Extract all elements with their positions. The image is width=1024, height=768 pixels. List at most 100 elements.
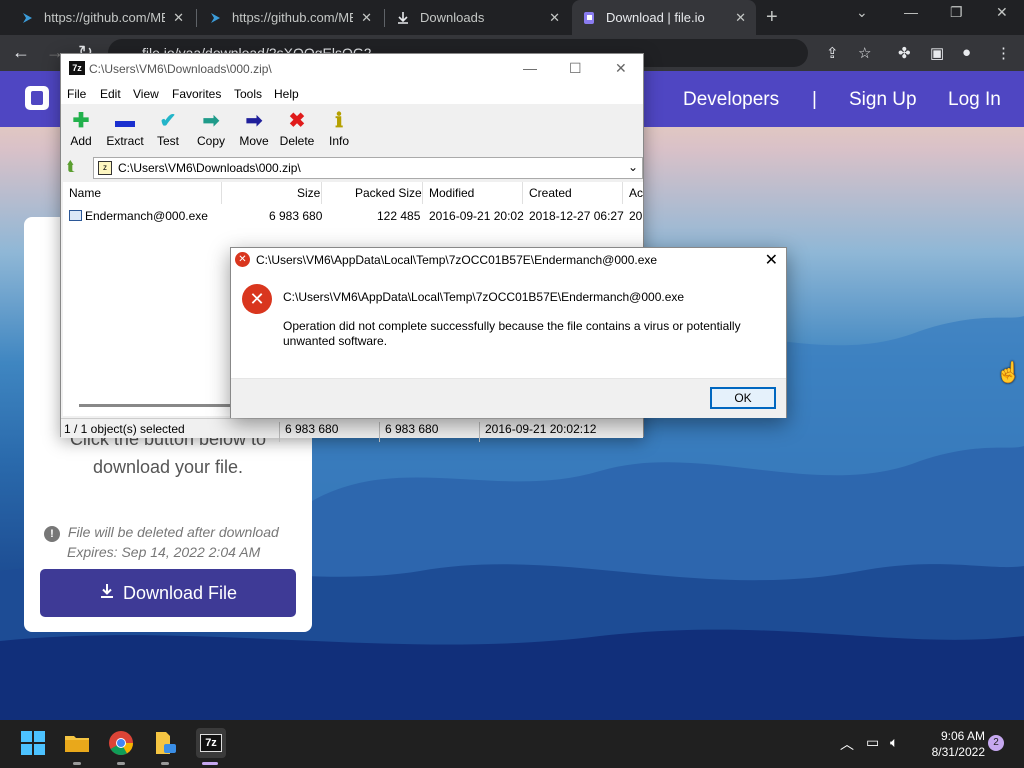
hand-cursor-icon: ☝ [996,362,1021,384]
col-separator [522,182,523,204]
tab-fileio[interactable]: Download | file.io ✕ [572,0,756,35]
volume-icon[interactable]: 🔈︎ [890,734,898,751]
col-accessed[interactable]: Ac [629,186,643,200]
tool-info[interactable]: ℹ Info [317,108,361,148]
7zip-titlebar: 7z C:\Users\VM6\Downloads\000.zip\ — ☐ ✕ [61,54,643,84]
extensions-icon[interactable]: ✤ [898,44,911,62]
col-separator [321,182,322,204]
menu-help[interactable]: Help [274,87,299,101]
minimize-icon[interactable]: — [523,60,537,76]
info-icon: ! [44,526,60,542]
7zip-title: C:\Users\VM6\Downloads\000.zip\ [89,62,272,76]
col-packed[interactable]: Packed Size [355,186,422,200]
status-size: 6 983 680 [285,422,339,436]
taskbar: 7z ︿ ▭ 🔈︎ 9:06 AM 8/31/2022 2 [0,720,1024,768]
tool-delete[interactable]: ✖ Delete [275,108,319,148]
maximize-icon[interactable]: ☐ [569,60,582,77]
bookmark-star-icon[interactable]: ☆ [858,44,871,62]
col-modified[interactable]: Modified [429,186,474,200]
tab-github-1[interactable]: https://github.com/ME ✕ [10,0,194,35]
close-window-icon[interactable]: ✕ [996,4,1008,21]
dialog-message: Operation did not complete successfully … [283,319,741,348]
chrome-icon[interactable] [108,730,134,756]
minimize-icon[interactable]: — [904,4,918,20]
col-created[interactable]: Created [529,186,572,200]
profile-icon[interactable]: ● [962,44,971,61]
note-expires: Expires: Sep 14, 2022 2:04 AM [67,544,261,560]
menu-favorites[interactable]: Favorites [172,87,221,101]
dialog-titlebar: ✕ C:\Users\VM6\AppData\Local\Temp\7zOCC0… [231,248,786,272]
tab-separator [196,9,197,27]
vscode-icon [208,11,222,25]
new-tab-button[interactable]: + [766,6,778,29]
col-name[interactable]: Name [69,186,101,200]
fileio-logo-icon[interactable] [25,86,49,110]
nav-login[interactable]: Log In [948,89,1001,111]
tool-test[interactable]: ✔ Test [146,108,190,148]
tab-title: Downloads [420,10,485,25]
nav-developers[interactable]: Developers [683,89,779,111]
test-icon: ✔ [159,110,177,132]
cell-accessed: 20 [629,209,643,223]
tool-extract[interactable]: ▬ Extract [103,108,147,148]
vscode-icon [20,11,34,25]
close-icon[interactable]: ✕ [765,250,778,270]
running-indicator [73,762,81,765]
note-delete: File will be deleted after download [67,524,279,540]
notification-badge[interactable]: 2 [988,735,1004,751]
status-separator [379,422,380,442]
info-icon: ℹ [335,110,343,132]
extract-icon: ▬ [115,110,135,132]
7zip-path-box[interactable]: z C:\Users\VM6\Downloads\000.zip\ ⌄ [93,157,643,179]
horizontal-scrollbar[interactable] [79,404,239,407]
status-size2: 6 983 680 [385,422,439,436]
network-icon[interactable]: ▭ [866,734,879,751]
start-icon[interactable] [20,730,46,756]
col-separator [221,182,222,204]
col-size[interactable]: Size [297,186,320,200]
7zip-menubar: File Edit View Favorites Tools Help [61,84,643,104]
tool-add[interactable]: ✚ Add [59,108,103,148]
nav-divider: | [812,89,817,110]
chevron-down-icon[interactable]: ⌄ [628,160,638,174]
download-file-button[interactable]: Download File [40,569,296,617]
file-explorer-icon[interactable] [64,730,90,756]
files-icon[interactable] [152,730,178,756]
close-icon[interactable]: ✕ [615,60,627,77]
folder-up-icon[interactable]: ⮬ [67,158,75,175]
tab-close-icon[interactable]: ✕ [173,10,184,26]
menu-view[interactable]: View [133,87,159,101]
nav-signup[interactable]: Sign Up [849,89,917,111]
tool-move[interactable]: ➡ Move [232,108,276,148]
7zip-icon[interactable]: 7z [196,728,226,758]
7zip-toolbar: ✚ Add ▬ Extract ✔ Test ➡ Copy ➡ Move ✖ D… [61,104,643,154]
menu-icon[interactable]: ⋮ [996,44,1011,62]
ok-button[interactable]: OK [710,387,776,409]
error-icon: ✕ [242,284,272,314]
tab-downloads[interactable]: Downloads ✕ [386,0,570,35]
col-separator [622,182,623,204]
download-icon [99,583,115,604]
tab-close-icon[interactable]: ✕ [361,10,372,26]
chevron-up-icon[interactable]: ︿ [840,734,854,754]
sidepanel-icon[interactable]: ▣ [930,44,944,62]
clock[interactable]: 9:06 AM 8/31/2022 [915,728,985,760]
menu-file[interactable]: File [67,87,86,101]
restore-icon[interactable]: ❐ [950,4,963,21]
tab-github-2[interactable]: https://github.com/ME ✕ [198,0,382,35]
tool-copy[interactable]: ➡ Copy [189,108,233,148]
error-icon: ✕ [235,252,250,267]
cell-packed: 122 485 [377,209,421,223]
dialog-footer [231,378,786,418]
share-icon[interactable]: ⇪ [826,44,839,62]
chevron-down-icon[interactable]: ⌄ [856,4,868,21]
back-icon[interactable]: ← [12,42,30,63]
tab-title: https://github.com/ME [232,10,354,25]
menu-tools[interactable]: Tools [234,87,262,101]
tab-close-icon[interactable]: ✕ [549,10,560,26]
col-separator [422,182,423,204]
tab-close-icon[interactable]: ✕ [735,10,746,26]
tool-label: Test [156,134,179,148]
menu-edit[interactable]: Edit [100,87,121,101]
error-dialog: ✕ C:\Users\VM6\AppData\Local\Temp\7zOCC0… [230,247,787,418]
